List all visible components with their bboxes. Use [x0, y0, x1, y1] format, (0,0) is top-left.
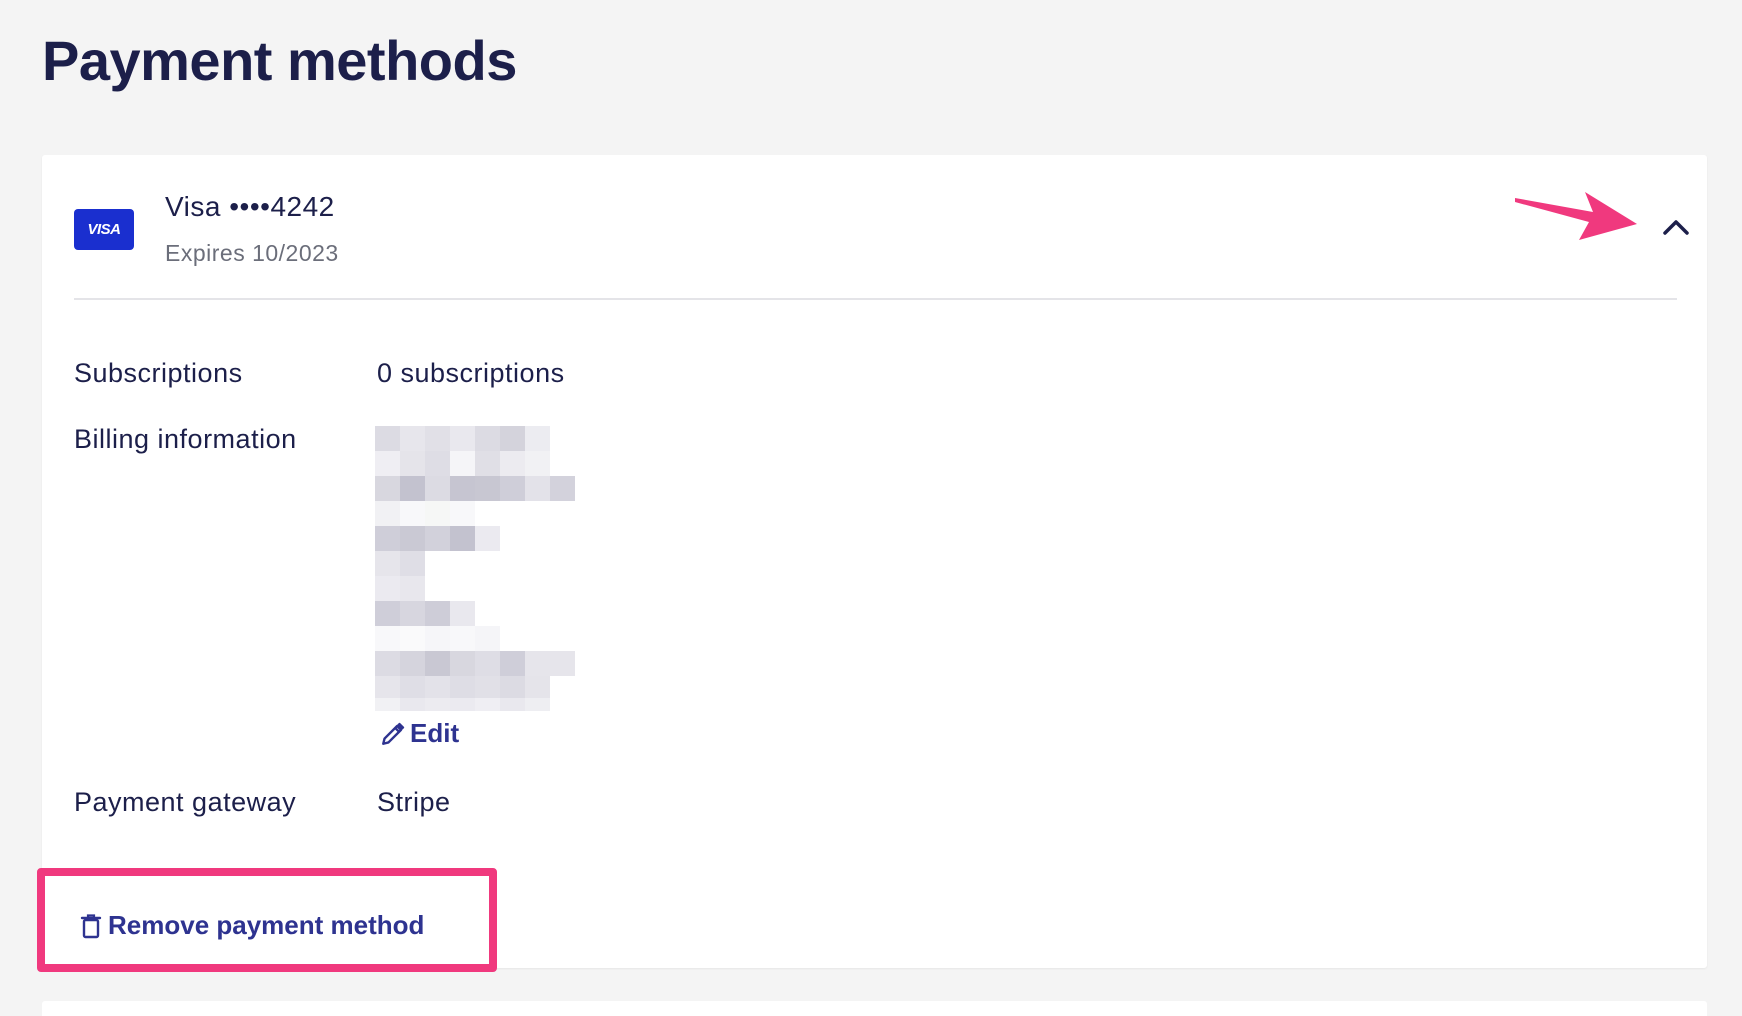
redacted-billing-address [375, 426, 575, 711]
payment-method-card: VISA Visa ••••4242 Expires 10/2023 [42, 155, 1707, 968]
card-name: Visa ••••4242 [165, 191, 335, 222]
remove-label: Remove payment method [108, 910, 425, 940]
visa-logo-icon: VISA [74, 209, 134, 250]
payment-gateway-value: Stripe [377, 787, 451, 817]
billing-information-label: Billing information [74, 424, 297, 454]
annotation-arrow-icon [1515, 192, 1637, 240]
page: Payment methods VISA Visa ••••4242 Expir… [0, 0, 1742, 1016]
subscriptions-label: Subscriptions [74, 358, 243, 388]
trash-icon [80, 913, 102, 938]
pencil-icon [382, 722, 405, 745]
payment-method-header[interactable]: VISA Visa ••••4242 Expires 10/2023 [74, 155, 1689, 300]
chevron-up-icon [1663, 220, 1689, 235]
next-payment-method-card [42, 1001, 1707, 1016]
edit-label: Edit [410, 718, 460, 748]
card-expiry: Expires 10/2023 [165, 240, 339, 266]
payment-gateway-label: Payment gateway [74, 787, 297, 817]
edit-billing-link[interactable]: Edit [380, 718, 459, 749]
collapse-toggle-button[interactable] [1660, 211, 1692, 243]
subscriptions-value: 0 subscriptions [377, 358, 565, 388]
remove-payment-method-button[interactable]: Remove payment method [80, 910, 424, 941]
page-title: Payment methods [42, 29, 517, 92]
